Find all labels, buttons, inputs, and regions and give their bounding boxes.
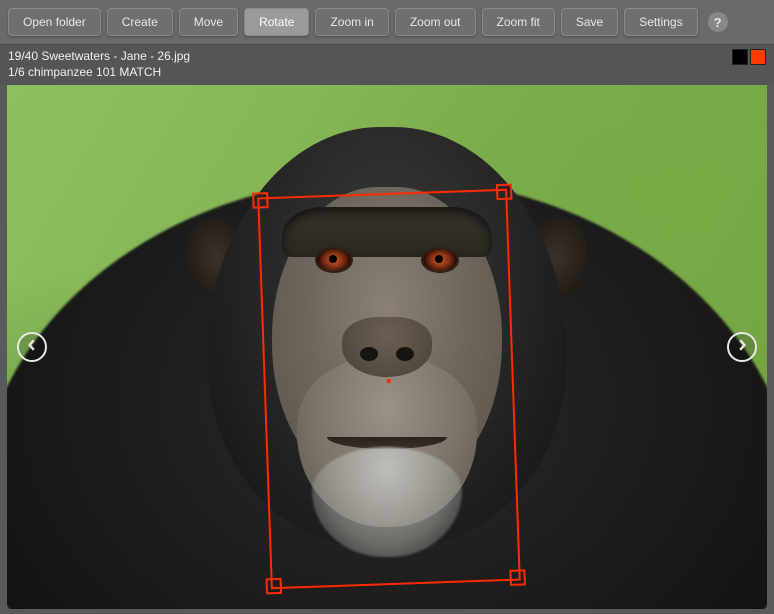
chevron-left-icon [26,338,38,356]
open-folder-button[interactable]: Open folder [8,8,101,36]
save-button[interactable]: Save [561,8,618,36]
toolbar: Open folder Create Move Rotate Zoom in Z… [0,0,774,45]
status-indicators [732,49,766,65]
image-viewer[interactable] [7,85,767,609]
file-status-text: 19/40 Sweetwaters - Jane - 26.jpg [8,49,190,63]
status-bar: 19/40 Sweetwaters - Jane - 26.jpg 1/6 ch… [0,45,774,85]
prev-image-button[interactable] [17,332,47,362]
settings-button[interactable]: Settings [624,8,697,36]
status-left: 19/40 Sweetwaters - Jane - 26.jpg 1/6 ch… [8,49,190,79]
indicator-right[interactable] [750,49,766,65]
zoom-fit-button[interactable]: Zoom fit [482,8,555,36]
rotate-button[interactable]: Rotate [244,8,309,36]
move-button[interactable]: Move [179,8,238,36]
zoom-out-button[interactable]: Zoom out [395,8,476,36]
match-status-text: 1/6 chimpanzee 101 MATCH [8,65,190,79]
create-button[interactable]: Create [107,8,173,36]
next-image-button[interactable] [727,332,757,362]
indicator-left[interactable] [732,49,748,65]
help-button[interactable]: ? [708,12,728,32]
chevron-right-icon [736,338,748,356]
zoom-in-button[interactable]: Zoom in [315,8,388,36]
